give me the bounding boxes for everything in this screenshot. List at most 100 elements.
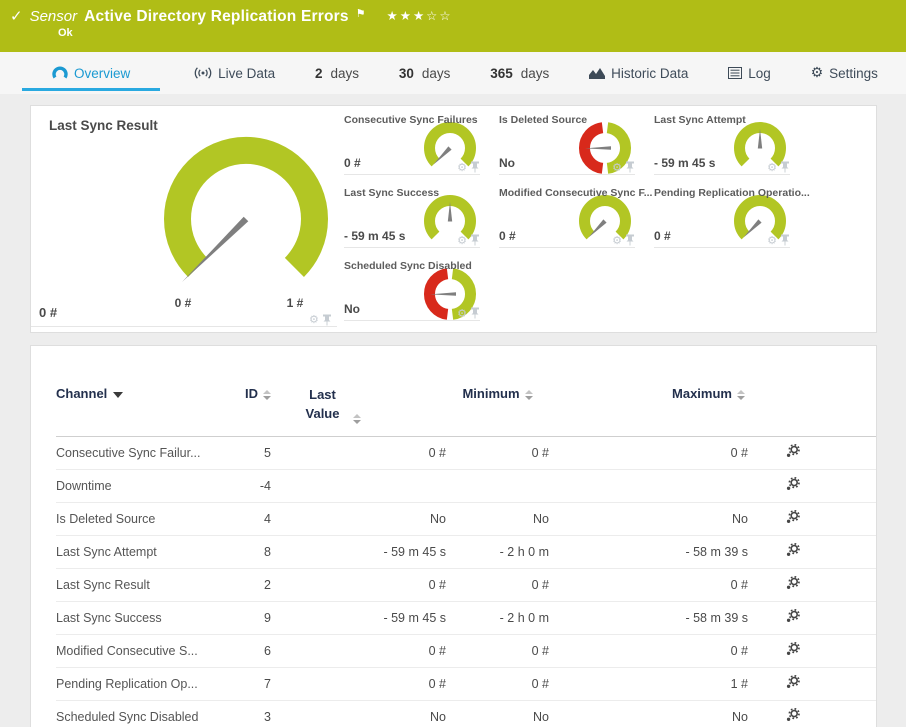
sort-icon <box>263 389 271 400</box>
table-row[interactable]: Downtime -4 <box>56 470 876 503</box>
channel-name: Downtime <box>56 478 112 493</box>
column-header-last-value[interactable]: Last Value <box>271 386 446 424</box>
channel-settings-icon[interactable] <box>786 675 801 692</box>
page-title: Active Directory Replication Errors <box>84 8 349 25</box>
tab-live-data-label: Live Data <box>218 65 276 81</box>
table-row[interactable]: Pending Replication Op... 7 0 # 0 # 1 # <box>56 668 876 701</box>
channel-last-value: - 59 m 45 s <box>383 610 446 625</box>
gauge-gear-icon[interactable]: ⚙ <box>612 162 622 173</box>
live-signal-icon <box>194 67 212 79</box>
gauge-gear-icon[interactable]: ⚙ <box>612 235 622 246</box>
channel-last-value: 0 # <box>428 577 446 592</box>
channel-id: 5 <box>264 445 271 460</box>
gauge-gear-icon[interactable]: ⚙ <box>457 235 467 246</box>
column-header-maximum[interactable]: Maximum <box>549 386 748 401</box>
column-header-minimum[interactable]: Minimum <box>446 386 549 401</box>
table-row[interactable]: Consecutive Sync Failur... 5 0 # 0 # 0 # <box>56 437 876 470</box>
tab-30-days[interactable]: 30 days <box>393 52 457 94</box>
column-header-last-value-label: Last Value <box>305 387 340 421</box>
channel-id: 4 <box>264 511 271 526</box>
channel-minimum: 0 # <box>531 643 549 658</box>
gauge-value: 0 # <box>499 229 516 243</box>
pin-icon[interactable] <box>470 234 480 246</box>
channel-settings-icon[interactable] <box>786 609 801 626</box>
table-row[interactable]: Modified Consecutive S... 6 0 # 0 # 0 # <box>56 635 876 668</box>
channel-settings-icon[interactable] <box>786 576 801 593</box>
pin-icon[interactable] <box>625 234 635 246</box>
main-gauge-min-label: 0 # <box>174 296 192 310</box>
divider <box>31 326 337 327</box>
channel-minimum: 0 # <box>531 445 549 460</box>
pin-icon[interactable] <box>470 161 480 173</box>
tab-30-days-label: days <box>421 65 451 81</box>
tab-historic-data[interactable]: Historic Data <box>583 52 694 94</box>
channel-last-value: 0 # <box>428 676 446 691</box>
channels-table-panel: Channel ID Last Value Minimum Maximum Co… <box>30 345 877 727</box>
gauge-title: Last Sync Success <box>344 187 440 199</box>
column-header-channel[interactable]: Channel <box>56 386 236 401</box>
pin-icon[interactable] <box>780 234 790 246</box>
pin-icon[interactable] <box>780 161 790 173</box>
channel-settings-icon[interactable] <box>786 444 801 461</box>
channel-last-value: - 59 m 45 s <box>383 544 446 559</box>
channel-settings-icon[interactable] <box>786 510 801 527</box>
column-header-channel-label: Channel <box>56 386 108 401</box>
channel-minimum: 0 # <box>531 676 549 691</box>
tab-overview-label: Overview <box>74 65 131 81</box>
tab-2-days-label: days <box>330 65 360 81</box>
pin-icon[interactable] <box>625 161 635 173</box>
channel-settings-icon[interactable] <box>786 708 801 725</box>
priority-stars[interactable]: ★★★☆☆ <box>387 8 453 23</box>
channel-maximum: No <box>732 709 748 724</box>
tab-settings-label: Settings <box>829 65 878 81</box>
channel-settings-icon[interactable] <box>786 642 801 659</box>
channel-name: Pending Replication Op... <box>56 676 198 691</box>
tab-365-days-number: 365 <box>490 65 513 81</box>
tab-overview[interactable]: Overview <box>22 52 161 94</box>
pin-icon[interactable] <box>322 314 332 326</box>
table-row[interactable]: Scheduled Sync Disabled 3 No No No <box>56 701 876 727</box>
tab-log-label: Log <box>748 65 771 81</box>
sort-desc-icon <box>113 391 124 398</box>
mini-gauge-grid: Consecutive Sync Failures 0 # ⚙ Is Delet… <box>344 114 810 321</box>
channel-maximum: 1 # <box>730 676 748 691</box>
main-gauge <box>164 137 328 282</box>
gauge-gear-icon[interactable]: ⚙ <box>309 314 319 325</box>
gauge-value: No <box>499 156 515 170</box>
gauge-value: 0 # <box>344 156 361 170</box>
channel-id: 2 <box>264 577 271 592</box>
pin-icon[interactable] <box>470 307 480 319</box>
channel-maximum: 0 # <box>730 445 748 460</box>
gauge-gear-icon[interactable]: ⚙ <box>457 162 467 173</box>
gauge-gear-icon[interactable]: ⚙ <box>767 235 777 246</box>
channel-id: 8 <box>264 544 271 559</box>
gauge-pending-replication-operations: Pending Replication Operatio... 0 # ⚙ <box>654 187 810 248</box>
table-row[interactable]: Last Sync Attempt 8 - 59 m 45 s - 2 h 0 … <box>56 536 876 569</box>
tab-2-days[interactable]: 2 days <box>309 52 365 94</box>
channel-name: Modified Consecutive S... <box>56 643 198 658</box>
channel-last-value: No <box>430 709 446 724</box>
gauge-gear-icon[interactable]: ⚙ <box>457 308 467 319</box>
tab-live-data[interactable]: Live Data <box>188 52 281 94</box>
channel-id: 9 <box>264 610 271 625</box>
overview-content: Last Sync Result 0 # 1 # 0 # ⚙ Consecuti… <box>0 94 906 727</box>
tab-settings[interactable]: ⚙ Settings <box>805 52 884 94</box>
table-row[interactable]: Last Sync Success 9 - 59 m 45 s - 2 h 0 … <box>56 602 876 635</box>
channel-name: Last Sync Attempt <box>56 544 157 559</box>
gauge-gear-icon[interactable]: ⚙ <box>767 162 777 173</box>
channel-minimum: No <box>533 709 549 724</box>
tab-log[interactable]: Log <box>722 52 777 94</box>
channel-maximum: - 58 m 39 s <box>685 610 748 625</box>
table-row[interactable]: Is Deleted Source 4 No No No <box>56 503 876 536</box>
column-header-id[interactable]: ID <box>236 386 271 401</box>
table-row[interactable]: Last Sync Result 2 0 # 0 # 0 # <box>56 569 876 602</box>
gauge-last-sync-attempt: Last Sync Attempt - 59 m 45 s ⚙ <box>654 114 790 175</box>
tab-365-days[interactable]: 365 days <box>484 52 555 94</box>
channel-settings-icon[interactable] <box>786 543 801 560</box>
gauge-value: 0 # <box>654 229 671 243</box>
channel-id: -4 <box>259 478 271 493</box>
channel-settings-icon[interactable] <box>786 477 801 494</box>
gauge-title: Last Sync Attempt <box>654 114 746 126</box>
channel-maximum: 0 # <box>730 577 748 592</box>
gauge-value: - 59 m 45 s <box>344 229 406 243</box>
